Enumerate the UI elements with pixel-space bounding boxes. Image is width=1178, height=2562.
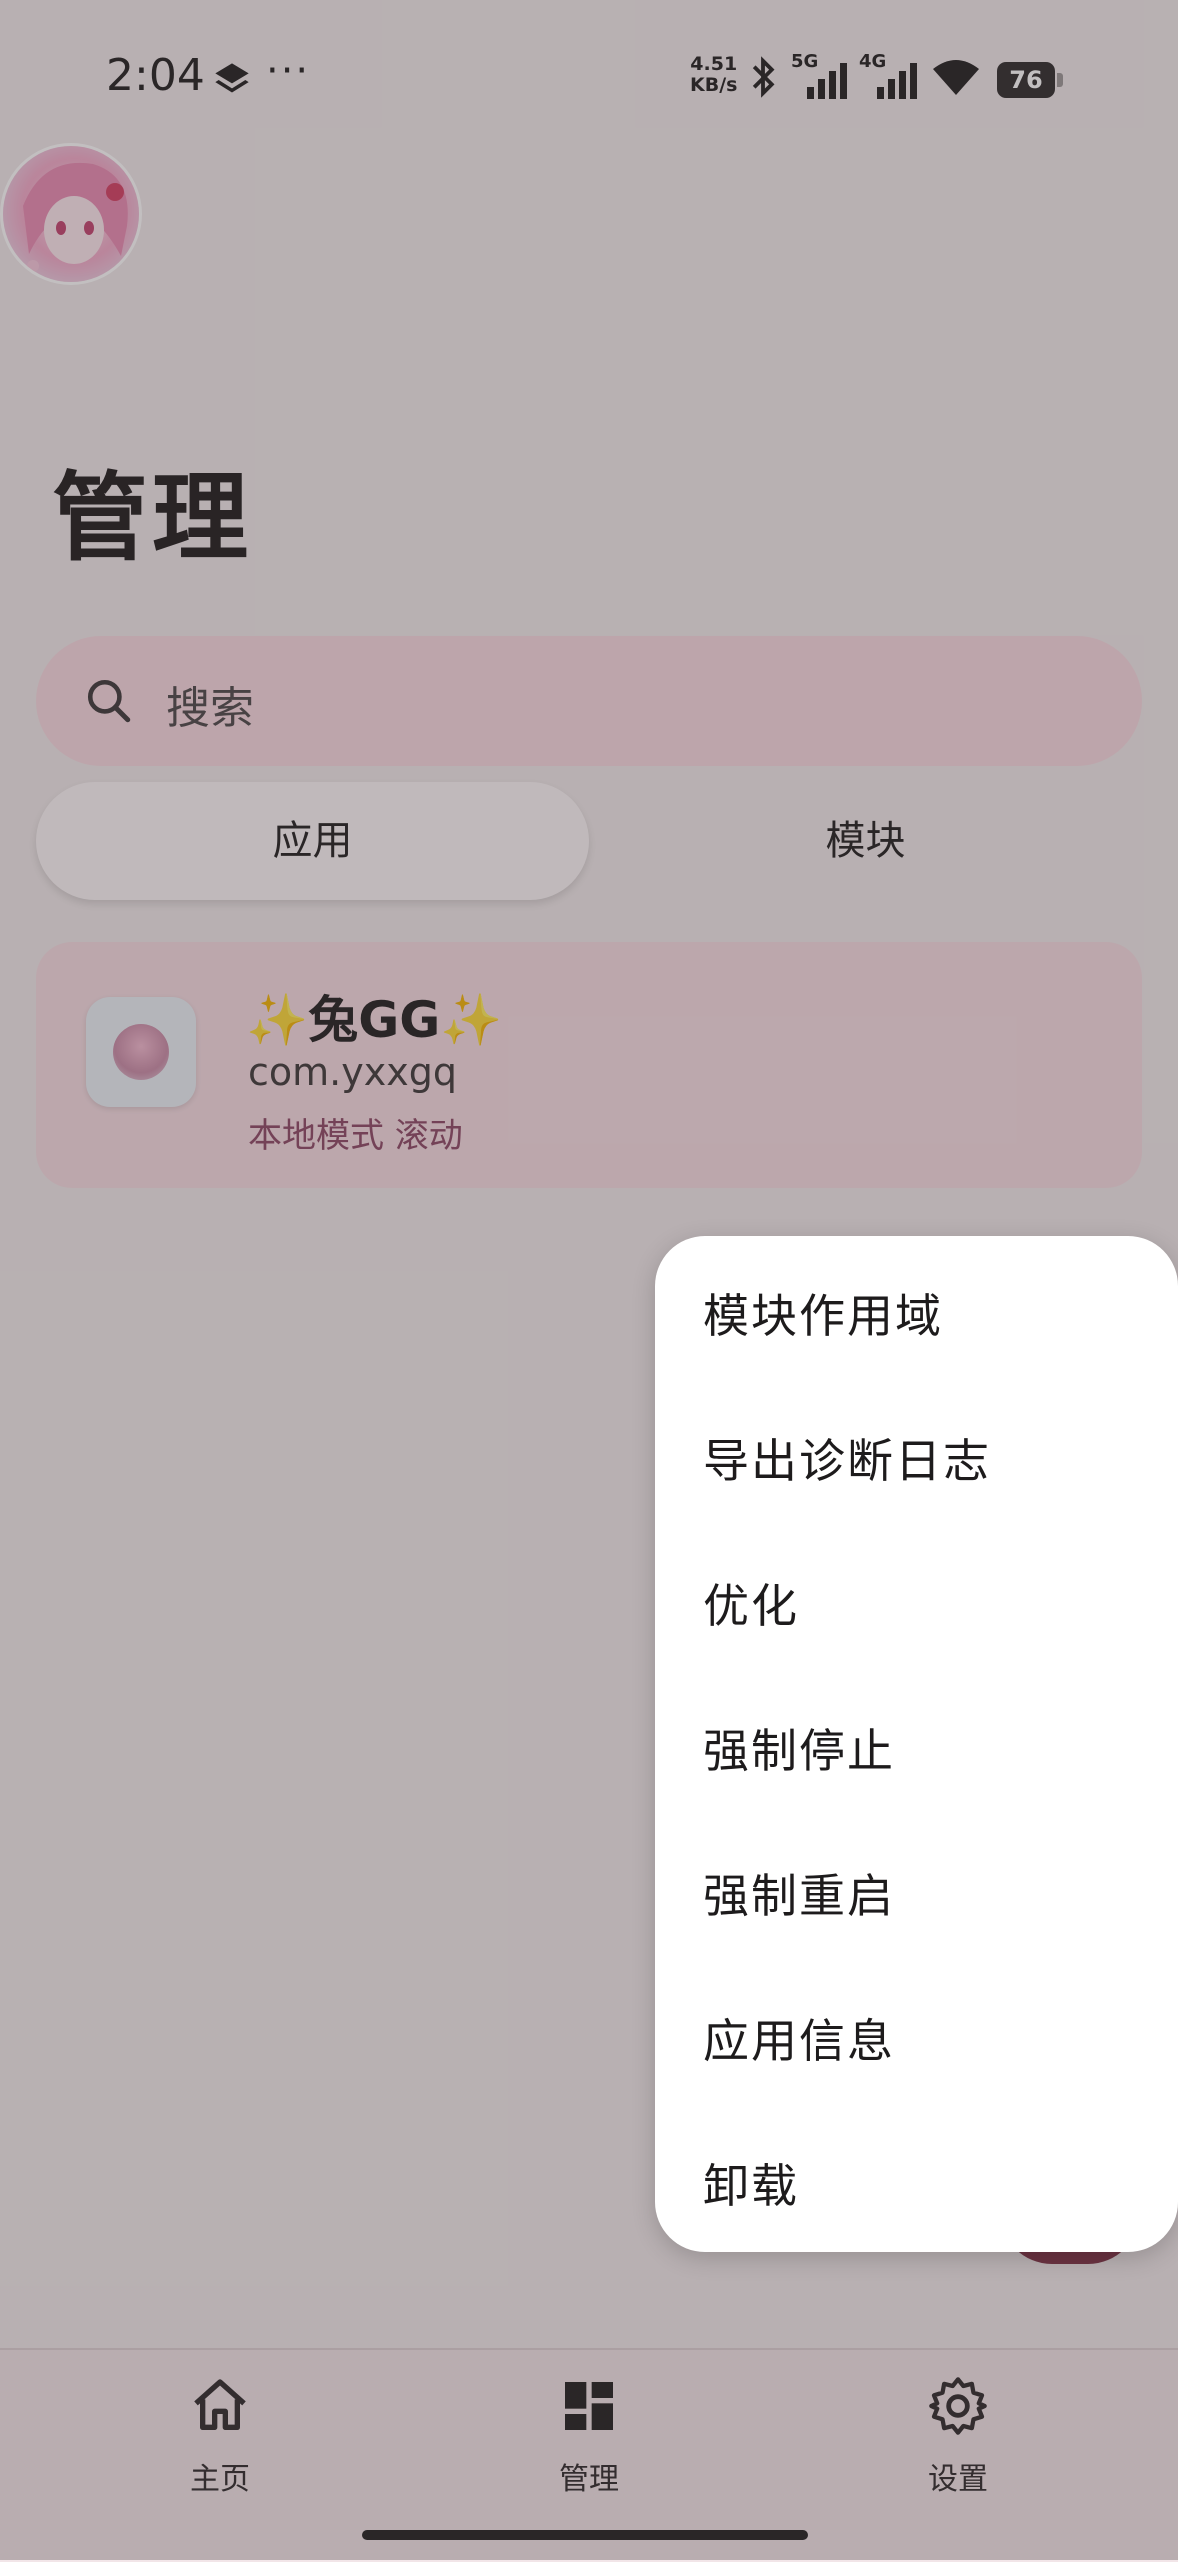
menu-item-export-log[interactable]: 导出诊断日志 — [655, 1381, 1178, 1526]
context-menu: 模块作用域 导出诊断日志 优化 强制停止 强制重启 应用信息 卸载 — [655, 1236, 1178, 2252]
menu-item-force-stop[interactable]: 强制停止 — [655, 1671, 1178, 1816]
menu-item-app-info[interactable]: 应用信息 — [655, 1961, 1178, 2106]
menu-item-uninstall[interactable]: 卸载 — [655, 2106, 1178, 2251]
menu-item-module-scope[interactable]: 模块作用域 — [655, 1236, 1178, 1381]
menu-item-force-restart[interactable]: 强制重启 — [655, 1816, 1178, 1961]
menu-item-optimize[interactable]: 优化 — [655, 1526, 1178, 1671]
